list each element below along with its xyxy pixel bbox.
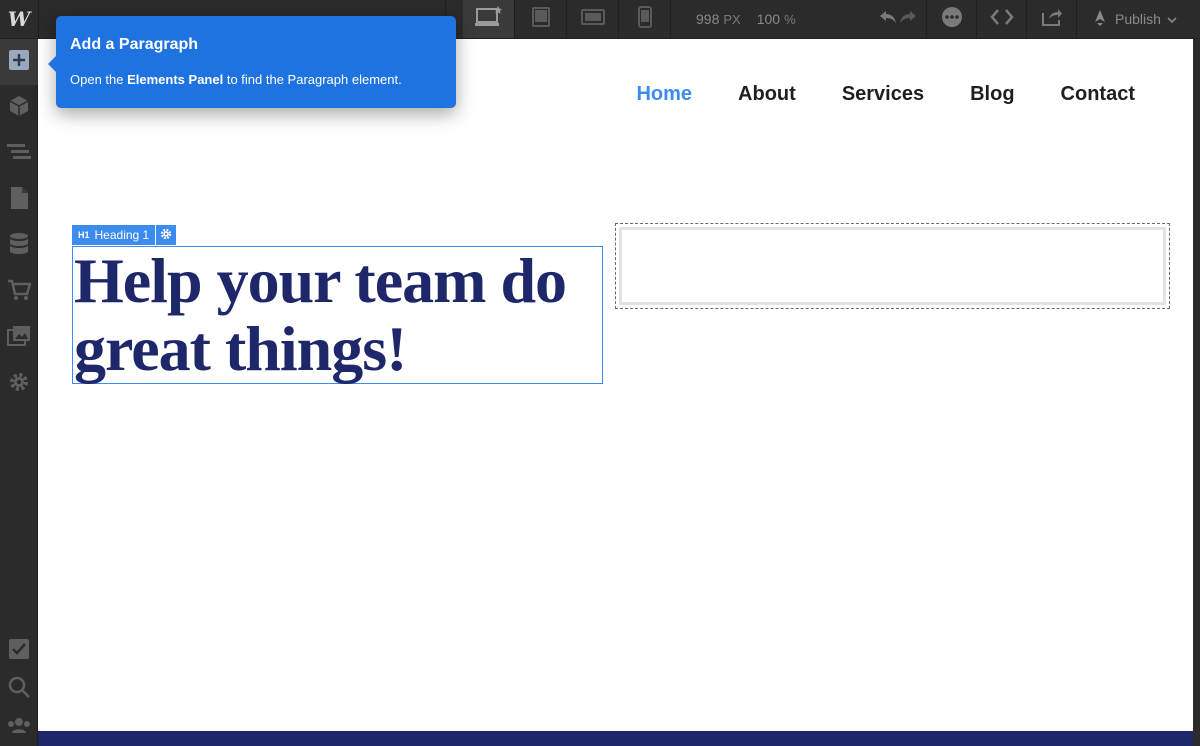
more-dots-icon bbox=[941, 6, 963, 32]
right-toolbar: Publish bbox=[870, 0, 1197, 38]
element-label[interactable]: H1 Heading 1 bbox=[72, 225, 156, 245]
audit-button[interactable] bbox=[0, 632, 38, 670]
navigator-button[interactable] bbox=[0, 131, 38, 177]
hero-heading-line-1: Help your team do bbox=[74, 245, 567, 316]
image-placeholder-inner bbox=[619, 227, 1166, 305]
left-sidebar bbox=[0, 39, 38, 746]
tooltip-body: Open the Elements Panel to find the Para… bbox=[70, 72, 402, 87]
users-icon bbox=[7, 717, 31, 737]
canvas-scrollbar[interactable] bbox=[1193, 39, 1200, 746]
checklist-icon bbox=[8, 638, 30, 664]
zoom-unit: % bbox=[784, 11, 796, 27]
webflow-logo[interactable]: W bbox=[0, 0, 38, 38]
breakpoint-tablet-landscape[interactable] bbox=[515, 0, 567, 38]
symbols-button[interactable] bbox=[0, 85, 38, 131]
assets-button[interactable] bbox=[0, 315, 38, 361]
breakpoint-switcher bbox=[463, 0, 671, 38]
publish-label: Publish bbox=[1115, 11, 1161, 27]
share-button[interactable] bbox=[1026, 0, 1076, 38]
search-icon bbox=[8, 676, 30, 702]
chevron-down-icon bbox=[1167, 11, 1177, 27]
desktop-star-icon bbox=[474, 6, 503, 32]
phone-icon bbox=[637, 6, 652, 32]
settings-button[interactable] bbox=[0, 361, 38, 407]
settings-icon bbox=[8, 371, 30, 397]
footer-section bbox=[38, 731, 1193, 746]
nav-link-home[interactable]: Home bbox=[636, 83, 692, 106]
tablet-icon bbox=[580, 8, 605, 30]
add-icon bbox=[8, 49, 30, 75]
comments-button[interactable] bbox=[926, 0, 976, 38]
database-icon bbox=[9, 232, 29, 260]
code-export-button[interactable] bbox=[976, 0, 1026, 38]
breakpoint-phone[interactable] bbox=[619, 0, 671, 38]
publish-button[interactable]: Publish bbox=[1076, 0, 1197, 38]
nav-link-about[interactable]: About bbox=[738, 83, 796, 106]
cube-icon bbox=[8, 95, 30, 121]
hero-heading-selected[interactable]: Help your team do great things! bbox=[72, 246, 603, 384]
hero-heading[interactable]: Help your team do great things! bbox=[73, 247, 602, 383]
cart-icon bbox=[7, 279, 32, 305]
gear-icon bbox=[160, 228, 172, 243]
element-selector-tab[interactable]: H1 Heading 1 bbox=[72, 225, 177, 245]
tablet-landscape-icon bbox=[530, 6, 552, 32]
element-name: Heading 1 bbox=[94, 228, 150, 242]
width-unit: PX bbox=[723, 11, 741, 27]
breakpoint-tablet[interactable] bbox=[567, 0, 619, 38]
site-nav: Home About Services Blog Contact bbox=[636, 83, 1135, 106]
tooltip-arrow bbox=[48, 56, 56, 72]
tooltip-body-suffix: to find the Paragraph element. bbox=[223, 72, 402, 87]
redo-icon[interactable] bbox=[898, 9, 918, 29]
tooltip-body-highlight: Elements Panel bbox=[127, 72, 224, 87]
design-canvas[interactable]: Home About Services Blog Contact H1 Head… bbox=[38, 39, 1193, 746]
zoom-value[interactable]: 100 bbox=[757, 11, 780, 27]
rocket-icon bbox=[1091, 9, 1109, 30]
cms-button[interactable] bbox=[0, 223, 38, 269]
navigator-icon bbox=[7, 142, 31, 166]
tooltip-body-prefix: Open the bbox=[70, 72, 128, 87]
hero-heading-line-2: great things! bbox=[74, 313, 407, 384]
add-elements-button[interactable] bbox=[0, 39, 38, 85]
users-button[interactable] bbox=[0, 708, 38, 746]
width-value[interactable]: 998 bbox=[696, 11, 719, 27]
tooltip-title: Add a Paragraph bbox=[70, 36, 199, 53]
undo-redo-group bbox=[870, 0, 926, 38]
pages-icon bbox=[9, 186, 29, 214]
nav-link-contact[interactable]: Contact bbox=[1061, 83, 1135, 106]
ecommerce-button[interactable] bbox=[0, 269, 38, 315]
element-tag: H1 bbox=[78, 230, 90, 240]
nav-link-blog[interactable]: Blog bbox=[970, 83, 1014, 106]
onboarding-tooltip: Add a Paragraph Open the Elements Panel … bbox=[48, 16, 456, 108]
pages-button[interactable] bbox=[0, 177, 38, 223]
search-button[interactable] bbox=[0, 670, 38, 708]
undo-icon[interactable] bbox=[878, 9, 898, 29]
image-placeholder[interactable] bbox=[615, 223, 1170, 309]
assets-icon bbox=[7, 325, 31, 351]
share-icon bbox=[1041, 7, 1063, 31]
nav-link-services[interactable]: Services bbox=[842, 83, 924, 106]
element-settings-button[interactable] bbox=[156, 225, 177, 245]
code-icon bbox=[989, 9, 1014, 29]
breakpoint-desktop[interactable] bbox=[463, 0, 515, 38]
sidebar-bottom bbox=[0, 632, 38, 746]
canvas-size-readout: 998 PX 100 % bbox=[696, 0, 808, 38]
